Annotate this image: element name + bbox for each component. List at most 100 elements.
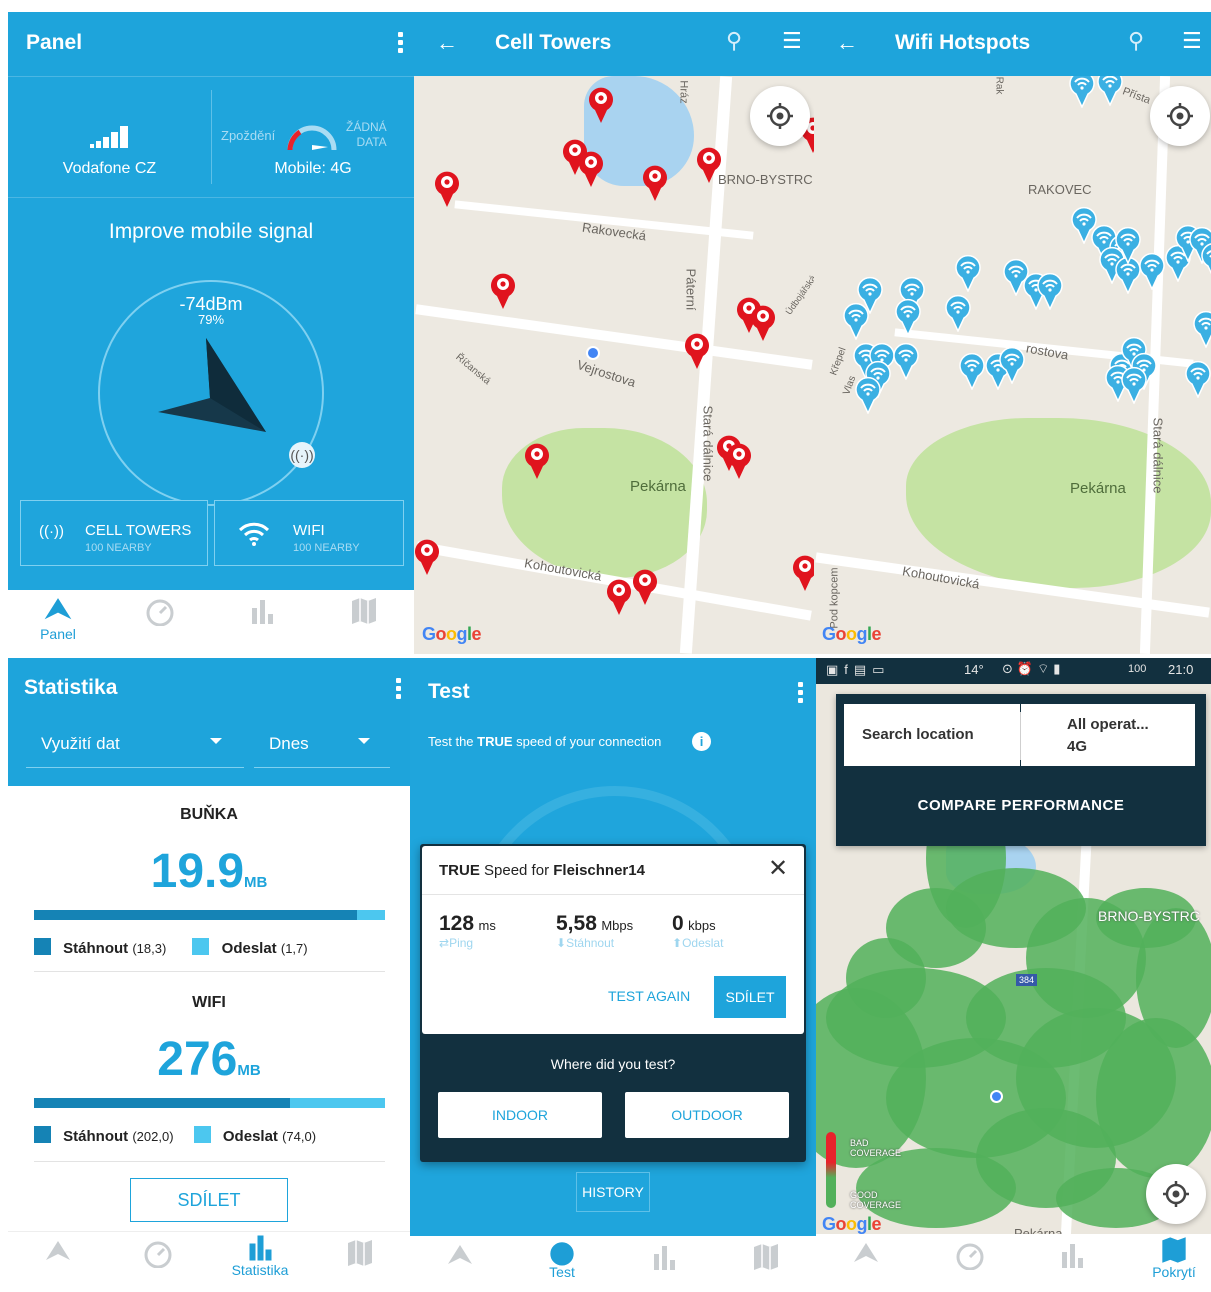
cell-tower-pin-icon[interactable] (488, 270, 518, 310)
wifi-hotspot-pin-icon[interactable] (998, 346, 1026, 385)
map-label: BRNO-BYSTRC (1098, 908, 1200, 924)
cell-tower-pin-icon[interactable] (640, 162, 670, 202)
wifi-hotspot-pin-icon[interactable] (1120, 366, 1148, 405)
wifi-usage: 276MB (8, 1032, 410, 1087)
compare-performance-button[interactable]: COMPARE PERFORMANCE (836, 780, 1206, 832)
nav-test[interactable] (120, 596, 200, 627)
search-location-field[interactable]: Search location (844, 704, 1020, 766)
search-icon[interactable]: ⚲ (726, 28, 742, 54)
nav-test[interactable] (118, 1238, 198, 1269)
nav-test[interactable] (930, 1240, 1010, 1271)
nav-stats[interactable] (222, 596, 302, 626)
wifi-hotspot-pin-icon[interactable] (894, 298, 922, 337)
wifi-hotspot-pin-icon[interactable] (1192, 310, 1211, 349)
network-type: Mobile: 4G (274, 160, 352, 177)
nav-stats[interactable] (624, 1242, 704, 1272)
download-arrow-icon: ⬇ (556, 936, 567, 950)
cell-tower-pin-icon[interactable] (522, 440, 552, 480)
cell-tower-pin-icon[interactable] (682, 330, 712, 370)
usage-value: 19.9 (150, 845, 245, 898)
nav-panel[interactable] (826, 1240, 906, 1270)
nav-panel[interactable] (18, 1238, 98, 1268)
wifi-button[interactable]: WIFI 100 NEARBY (214, 500, 404, 566)
search-icon[interactable]: ⚲ (1128, 28, 1144, 54)
nav-coverage[interactable] (726, 1242, 806, 1272)
subtitle-bold: TRUE (477, 734, 513, 749)
map[interactable]: BRNO-BYSTRC Rakovecká Páterní Vejrostova… (414, 76, 814, 654)
wifi-hotspot-pin-icon[interactable] (842, 302, 870, 341)
map-label: rostova (1025, 340, 1070, 363)
wifi-hotspot-pin-icon[interactable] (1138, 252, 1166, 291)
nav-panel[interactable]: Panel (18, 596, 98, 644)
nav-coverage[interactable] (324, 596, 404, 626)
wifi-hotspot-pin-icon[interactable] (1114, 226, 1142, 265)
legend-value: (1,7) (280, 941, 308, 956)
wifi-hotspot-pin-icon[interactable] (1200, 242, 1211, 280)
bar-chart-icon (222, 596, 302, 626)
nav-coverage[interactable]: Pokrytí (1134, 1236, 1211, 1282)
wifi-hotspot-pin-icon[interactable] (944, 294, 972, 333)
list-icon[interactable]: ☰ (782, 28, 802, 54)
data-type-dropdown[interactable]: Využití dat (26, 724, 244, 768)
cell-tower-pin-icon[interactable] (630, 566, 660, 606)
cell-tower-pin-icon[interactable] (694, 144, 724, 184)
share-button[interactable]: SDÍLET (714, 976, 786, 1018)
locate-button[interactable] (1146, 1164, 1206, 1224)
cell-towers-count: 100 NEARBY (85, 542, 152, 554)
locate-button[interactable] (1150, 86, 1210, 146)
overflow-menu-icon[interactable] (398, 32, 404, 56)
cell-tower-pin-icon[interactable] (576, 148, 606, 188)
good-coverage-label: GOOD COVERAGE (850, 1190, 902, 1210)
overflow-menu-icon[interactable] (396, 678, 402, 702)
latency-label: Zpoždění (221, 128, 276, 143)
nav-stats[interactable] (1032, 1240, 1112, 1270)
upload-arrow-icon: ⬆ (672, 936, 683, 950)
indoor-button[interactable]: INDOOR (438, 1092, 602, 1138)
stat-unit: Mbps (601, 918, 634, 933)
outdoor-button[interactable]: OUTDOOR (625, 1092, 789, 1138)
overflow-menu-icon[interactable] (798, 682, 804, 706)
wifi-hotspot-pin-icon[interactable] (1184, 360, 1211, 399)
upload-stat: 0 kbps ⬆Odeslat (672, 912, 723, 950)
back-arrow-icon[interactable]: ← (836, 30, 858, 56)
info-icon[interactable]: i (692, 732, 711, 751)
list-icon[interactable]: ☰ (1182, 28, 1202, 54)
stat-unit: kbps (688, 918, 716, 933)
cell-towers-button[interactable]: ((·)) CELL TOWERS 100 NEARBY (20, 500, 208, 566)
map-label: Hráz (677, 80, 690, 104)
bottom-nav: Pokrytí (816, 1234, 1211, 1292)
cell-tower-pin-icon[interactable] (790, 552, 814, 592)
signal-bars-icon (90, 126, 128, 148)
back-arrow-icon[interactable]: ← (436, 30, 458, 56)
cell-usage-bar (34, 910, 385, 920)
wifi-hotspot-pin-icon[interactable] (1036, 272, 1064, 311)
test-again-button[interactable]: TEST AGAIN (608, 988, 690, 1004)
map[interactable]: RAKOVEC Pekárna Stará dálnice Kohoutovic… (814, 68, 1211, 654)
locate-button[interactable] (750, 86, 810, 146)
nav-test[interactable]: Test (522, 1238, 602, 1282)
history-button[interactable]: HISTORY (576, 1172, 650, 1212)
operator-selector[interactable]: All operat... 4G (1021, 704, 1195, 766)
wifi-hotspot-pin-icon[interactable] (954, 254, 982, 293)
wifi-hotspot-pin-icon[interactable] (958, 352, 986, 391)
close-icon[interactable]: ✕ (768, 854, 788, 883)
bad-coverage-label: BAD COVERAGE (850, 1138, 902, 1158)
bar-chart-icon (1032, 1240, 1112, 1270)
cell-tower-pin-icon[interactable] (748, 302, 778, 342)
wifi-label: WIFI (293, 522, 325, 539)
nav-coverage[interactable] (320, 1238, 400, 1268)
coverage-screen: BRNO-BYSTRC 384 Pekárna BAD COVERAGE GOO… (816, 658, 1211, 1292)
crosshair-icon (1167, 103, 1193, 129)
wifi-hotspot-pin-icon[interactable] (854, 376, 882, 415)
nav-stats[interactable]: Statistika (220, 1232, 300, 1280)
cell-tower-pin-icon[interactable] (414, 536, 442, 576)
cell-tower-pin-icon[interactable] (432, 168, 462, 208)
period-dropdown[interactable]: Dnes (254, 724, 390, 768)
share-button[interactable]: SDÍLET (130, 1178, 288, 1222)
title-text: Speed for (479, 862, 554, 879)
cell-tower-pin-icon[interactable] (724, 440, 754, 480)
wifi-hotspot-pin-icon[interactable] (892, 342, 920, 381)
nav-label: Statistika (231, 1262, 289, 1278)
cell-tower-pin-icon[interactable] (586, 84, 616, 124)
nav-panel[interactable] (420, 1242, 500, 1272)
